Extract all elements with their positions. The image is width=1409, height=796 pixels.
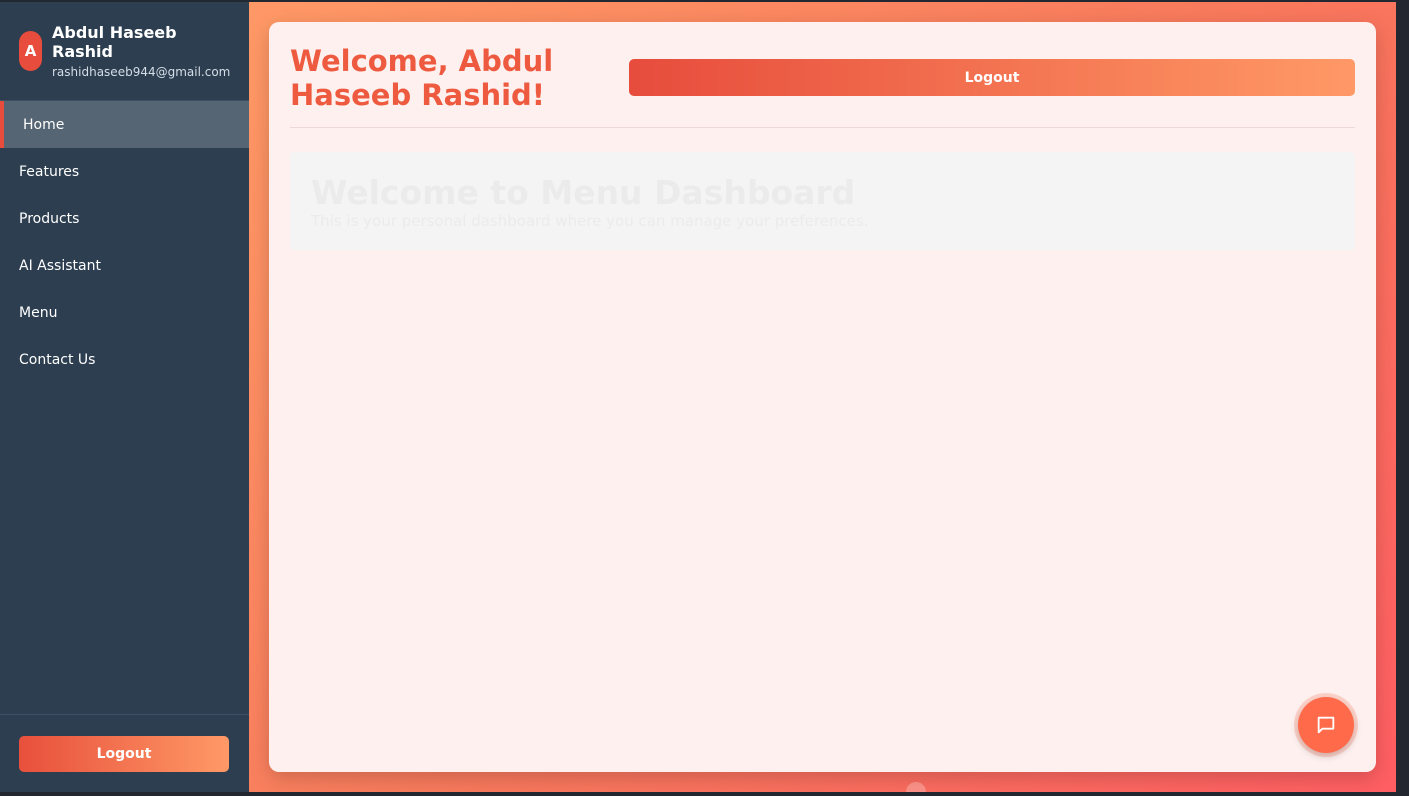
sidebar-item-contact-us[interactable]: Contact Us bbox=[0, 336, 249, 383]
avatar: A bbox=[19, 31, 42, 71]
sidebar-logout-button[interactable]: Logout bbox=[19, 736, 229, 772]
sidebar-item-ai-assistant[interactable]: AI Assistant bbox=[0, 242, 249, 289]
page-title: Welcome, Abdul Haseeb Rashid! bbox=[290, 44, 610, 112]
sidebar-item-products[interactable]: Products bbox=[0, 195, 249, 242]
content-card: Welcome, Abdul Haseeb Rashid! Logout Wel… bbox=[269, 22, 1376, 772]
sidebar: A Abdul Haseeb Rashid rashidhaseeb944@gm… bbox=[0, 2, 249, 792]
header-logout-button[interactable]: Logout bbox=[629, 59, 1355, 96]
scroll-indicator bbox=[906, 782, 926, 792]
sidebar-item-features[interactable]: Features bbox=[0, 148, 249, 195]
user-name: Abdul Haseeb Rashid bbox=[52, 23, 177, 61]
dashboard-panel: Welcome to Menu Dashboard This is your p… bbox=[290, 152, 1355, 250]
app-frame: A Abdul Haseeb Rashid rashidhaseeb944@gm… bbox=[0, 2, 1396, 792]
welcome-line-1: Welcome, Abdul bbox=[290, 44, 554, 78]
sidebar-nav: Home Features Products AI Assistant Menu… bbox=[0, 101, 249, 383]
header-divider bbox=[290, 127, 1355, 128]
window-edge-right bbox=[1396, 0, 1409, 796]
dashboard-title: Welcome to Menu Dashboard bbox=[311, 173, 856, 212]
window-edge-bottom bbox=[0, 792, 1409, 796]
user-profile: A Abdul Haseeb Rashid rashidhaseeb944@gm… bbox=[0, 2, 249, 101]
sidebar-footer: Logout bbox=[0, 714, 249, 792]
sidebar-item-menu[interactable]: Menu bbox=[0, 289, 249, 336]
dashboard-subtitle: This is your personal dashboard where yo… bbox=[311, 212, 869, 230]
welcome-line-2: Haseeb Rashid! bbox=[290, 78, 546, 112]
sidebar-item-home[interactable]: Home bbox=[0, 101, 249, 148]
user-email: rashidhaseeb944@gmail.com bbox=[52, 65, 231, 79]
chat-bubble-icon bbox=[1317, 716, 1335, 734]
main-area: Welcome, Abdul Haseeb Rashid! Logout Wel… bbox=[249, 2, 1396, 792]
chat-button-inner[interactable] bbox=[1298, 697, 1354, 753]
chat-button[interactable] bbox=[1294, 693, 1358, 757]
